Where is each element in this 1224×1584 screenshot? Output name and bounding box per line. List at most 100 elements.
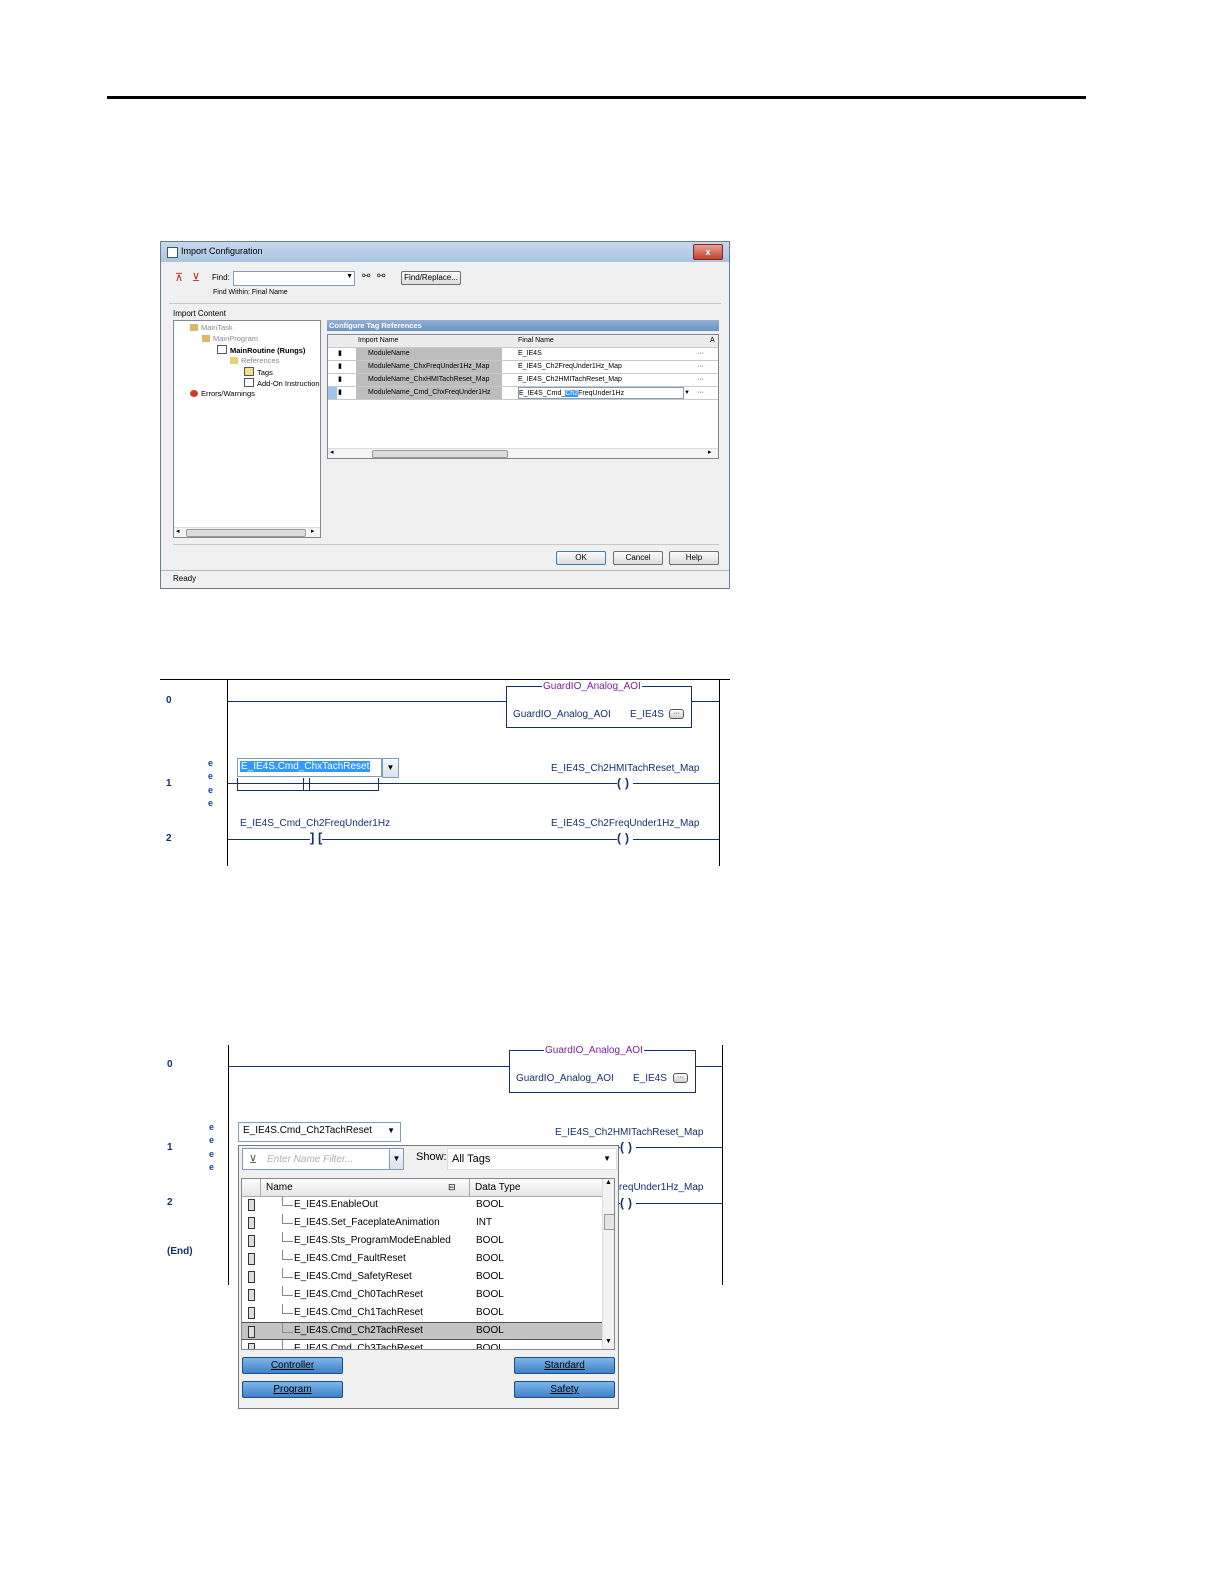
- tree-item-mainprogram[interactable]: MainProgram: [202, 334, 258, 343]
- output-coil[interactable]: (): [617, 831, 633, 845]
- standard-button[interactable]: Standard: [514, 1357, 615, 1374]
- list-item[interactable]: E_IE4S.Cmd_Ch0TachReset BOOL: [242, 1286, 602, 1304]
- aoi-operand[interactable]: E_IE4S: [633, 1073, 667, 1084]
- ellipsis-button[interactable]: ···: [669, 709, 684, 719]
- ellipsis-button[interactable]: ···: [697, 374, 707, 386]
- ellipsis-button[interactable]: ···: [697, 361, 707, 373]
- tree-horizontal-scrollbar[interactable]: ◂ ▸: [174, 527, 320, 537]
- scrollbar-thumb[interactable]: [186, 529, 306, 537]
- final-name-cell[interactable]: E_IE4S_Ch2FreqUnder1Hz_Map: [518, 361, 688, 373]
- scroll-up-icon[interactable]: ▲: [605, 1179, 612, 1186]
- output-coil[interactable]: (): [620, 1140, 636, 1154]
- rung-number[interactable]: 2: [166, 833, 172, 844]
- scrollbar-thumb[interactable]: [372, 450, 508, 458]
- chevron-down-icon[interactable]: ▼: [684, 387, 694, 399]
- list-item[interactable]: E_IE4S.Cmd_Ch1TachReset BOOL: [242, 1304, 602, 1322]
- table-row[interactable]: ▮ ModuleName_ChxFreqUnder1Hz_Map E_IE4S_…: [328, 361, 718, 374]
- table-row[interactable]: ▮ ModuleName_Cmd_ChxFreqUnder1Hz E_IE4S_…: [328, 387, 718, 400]
- tag-list[interactable]: Name ⊟ Data Type E_IE4S.EnableOut BOOL E_…: [241, 1178, 615, 1350]
- chevron-down-icon[interactable]: ▼: [603, 1154, 611, 1163]
- show-scope-select[interactable]: All Tags ▼: [447, 1148, 617, 1170]
- tree-item-errors-warnings[interactable]: Errors/Warnings: [190, 389, 255, 398]
- close-button[interactable]: x: [693, 244, 723, 260]
- dialog-title-bar: Import Configuration x: [161, 242, 729, 262]
- scroll-left-icon[interactable]: ◂: [176, 527, 180, 535]
- list-item[interactable]: E_IE4S.EnableOut BOOL: [242, 1196, 602, 1214]
- tree-item-addon-instruction[interactable]: Add-On Instruction: [244, 378, 320, 388]
- scrollbar-thumb[interactable]: [604, 1214, 614, 1230]
- column-header-name[interactable]: Name: [266, 1179, 293, 1196]
- list-item[interactable]: E_IE4S.Cmd_FaultReset BOOL: [242, 1250, 602, 1268]
- find-up-binoculars-icon[interactable]: ⚯: [362, 271, 370, 282]
- chevron-down-icon[interactable]: ▼: [389, 1148, 404, 1170]
- tag-name-value[interactable]: E_IE4S.Cmd_ChxTachReset: [240, 761, 371, 772]
- program-scope-button[interactable]: Program: [242, 1381, 343, 1398]
- tag-references-grid[interactable]: Import Name Final Name A ▮ ModuleName E_…: [327, 334, 719, 459]
- import-content-tree[interactable]: MainTask MainProgram MainRoutine (Rungs)…: [173, 320, 321, 538]
- contact-symbol[interactable]: [303, 778, 310, 790]
- rung1-coil-tag[interactable]: E_IE4S_Ch2HMITachReset_Map: [555, 1127, 703, 1138]
- list-item[interactable]: E_IE4S.Set_FaceplateAnimation INT: [242, 1214, 602, 1232]
- rung2-coil-tag-partial[interactable]: reqUnder1Hz_Map: [619, 1182, 704, 1193]
- find-replace-button[interactable]: Find/Replace...: [401, 271, 461, 285]
- rung1-coil-tag[interactable]: E_IE4S_Ch2HMITachReset_Map: [551, 763, 699, 774]
- scroll-left-icon[interactable]: ◂: [330, 448, 334, 456]
- aoi-instruction-block[interactable]: [509, 1050, 696, 1093]
- find-previous-icon[interactable]: ⊼: [175, 271, 183, 284]
- table-row[interactable]: ▮ ModuleName_ChxHMITachReset_Map E_IE4S_…: [328, 374, 718, 387]
- final-name-cell[interactable]: E_IE4S: [518, 348, 688, 360]
- final-name-edit-field[interactable]: E_IE4S_Cmd_Ch2FreqUnder1Hz: [518, 387, 684, 399]
- list-item-selected[interactable]: E_IE4S.Cmd_Ch2TachReset BOOL: [242, 1322, 602, 1340]
- tag-name-combobox[interactable]: E_IE4S.Cmd_ChxTachReset: [237, 758, 382, 777]
- name-filter-input[interactable]: ⊻ Enter Name Filter...: [242, 1148, 392, 1170]
- tree-item-references[interactable]: References: [230, 356, 279, 365]
- chevron-down-icon[interactable]: ▼: [387, 1126, 395, 1135]
- safety-button[interactable]: Safety: [514, 1381, 615, 1398]
- rung-number[interactable]: 1: [167, 1142, 173, 1153]
- output-coil[interactable]: (): [617, 776, 633, 790]
- aoi-instruction-block[interactable]: [506, 686, 692, 728]
- chevron-down-icon[interactable]: ▼: [346, 273, 353, 280]
- help-button[interactable]: Help: [669, 551, 719, 565]
- rung-number[interactable]: 2: [167, 1197, 173, 1208]
- ellipsis-button[interactable]: ···: [697, 387, 707, 399]
- ok-button[interactable]: OK: [556, 551, 606, 565]
- tree-item-tags[interactable]: Tags: [244, 367, 273, 377]
- tag-name-value[interactable]: E_IE4S.Cmd_Ch2TachReset: [243, 1125, 372, 1136]
- grid-horizontal-scrollbar[interactable]: ◂ ▸: [328, 448, 718, 458]
- ellipsis-button[interactable]: ···: [697, 348, 707, 360]
- controller-scope-button[interactable]: Controller: [242, 1357, 343, 1374]
- aoi-operand[interactable]: E_IE4S: [630, 709, 664, 720]
- scroll-right-icon[interactable]: ▸: [708, 448, 712, 456]
- ellipsis-button[interactable]: ···: [673, 1073, 688, 1083]
- chevron-down-icon[interactable]: ▼: [382, 758, 399, 778]
- tag-name-combobox[interactable]: E_IE4S.Cmd_Ch2TachReset ▼: [238, 1122, 401, 1142]
- column-chooser-icon[interactable]: ⊟: [448, 1179, 456, 1196]
- scroll-right-icon[interactable]: ▸: [311, 527, 315, 535]
- final-name-cell[interactable]: E_IE4S_Ch2HMITachReset_Map: [518, 374, 688, 386]
- column-header-alias[interactable]: A: [710, 335, 718, 347]
- list-item[interactable]: E_IE4S.Sts_ProgramModeEnabled BOOL: [242, 1232, 602, 1250]
- tree-item-maintask[interactable]: MainTask: [190, 323, 233, 332]
- scroll-down-icon[interactable]: ▼: [605, 1338, 612, 1345]
- rung2-coil-tag[interactable]: E_IE4S_Ch2FreqUnder1Hz_Map: [551, 818, 699, 829]
- rung-number[interactable]: 1: [166, 778, 172, 789]
- find-down-binoculars-icon[interactable]: ⚯: [377, 271, 385, 282]
- column-header-final-name[interactable]: Final Name: [518, 335, 678, 347]
- rung-number[interactable]: 0: [166, 695, 172, 706]
- output-coil[interactable]: (): [620, 1196, 636, 1210]
- vertical-scrollbar[interactable]: ▲ ▼: [602, 1179, 614, 1349]
- find-input[interactable]: ▼: [233, 271, 355, 286]
- row-selector[interactable]: [328, 387, 337, 399]
- tree-item-mainroutine[interactable]: MainRoutine (Rungs): [217, 345, 305, 355]
- rung2-contact-tag[interactable]: E_IE4S_Cmd_Ch2FreqUnder1Hz: [240, 818, 390, 829]
- column-header-import-name[interactable]: Import Name: [358, 335, 498, 347]
- cancel-button[interactable]: Cancel: [613, 551, 663, 565]
- column-header-data-type[interactable]: Data Type: [475, 1179, 520, 1196]
- find-next-icon[interactable]: ⊻: [192, 271, 200, 284]
- rung-number[interactable]: 0: [167, 1059, 173, 1070]
- xic-contact[interactable]: ] [: [310, 830, 323, 845]
- list-item[interactable]: E_IE4S.Cmd_SafetyReset BOOL: [242, 1268, 602, 1286]
- list-item[interactable]: E_IE4S.Cmd_Ch3TachReset BOOL: [242, 1340, 602, 1349]
- table-row[interactable]: ▮ ModuleName E_IE4S ···: [328, 348, 718, 361]
